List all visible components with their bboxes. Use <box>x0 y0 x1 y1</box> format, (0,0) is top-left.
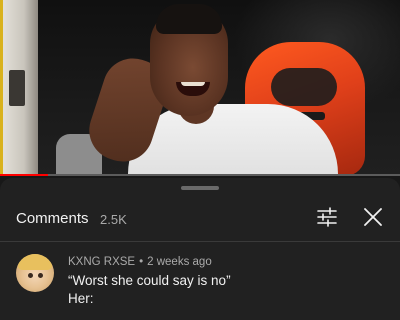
header-divider <box>0 241 400 242</box>
video-person-teeth <box>181 82 205 86</box>
close-icon <box>364 208 382 226</box>
comments-title: Comments <box>16 210 89 227</box>
comment-time: 2 weeks ago <box>147 256 212 268</box>
video-player[interactable] <box>0 0 400 176</box>
comment-meta: KXNG RXSE • 2 weeks ago <box>68 256 212 268</box>
sort-filter-button[interactable] <box>314 204 340 230</box>
comments-sheet: Comments 2.5K KXNG RXSE • 2 weeks ago “W… <box>0 178 400 320</box>
comment-text-line-1: “Worst she could say is no” <box>68 273 231 288</box>
avatar[interactable] <box>16 254 54 292</box>
comments-header: Comments 2.5K <box>0 194 400 240</box>
close-button[interactable] <box>360 204 386 230</box>
comment-text-line-2: Her: <box>68 291 94 306</box>
video-person-hair <box>156 4 222 34</box>
video-background-wall <box>3 0 38 176</box>
drag-handle[interactable] <box>181 186 219 190</box>
comment-author[interactable]: KXNG RXSE <box>68 256 135 268</box>
sliders-icon <box>317 207 337 227</box>
comment-item: KXNG RXSE • 2 weeks ago “Worst she could s… <box>0 248 400 320</box>
meta-separator: • <box>139 256 144 268</box>
comments-count: 2.5K <box>100 212 127 227</box>
video-progress-fill <box>0 174 48 176</box>
video-progress-bar[interactable] <box>0 174 400 176</box>
